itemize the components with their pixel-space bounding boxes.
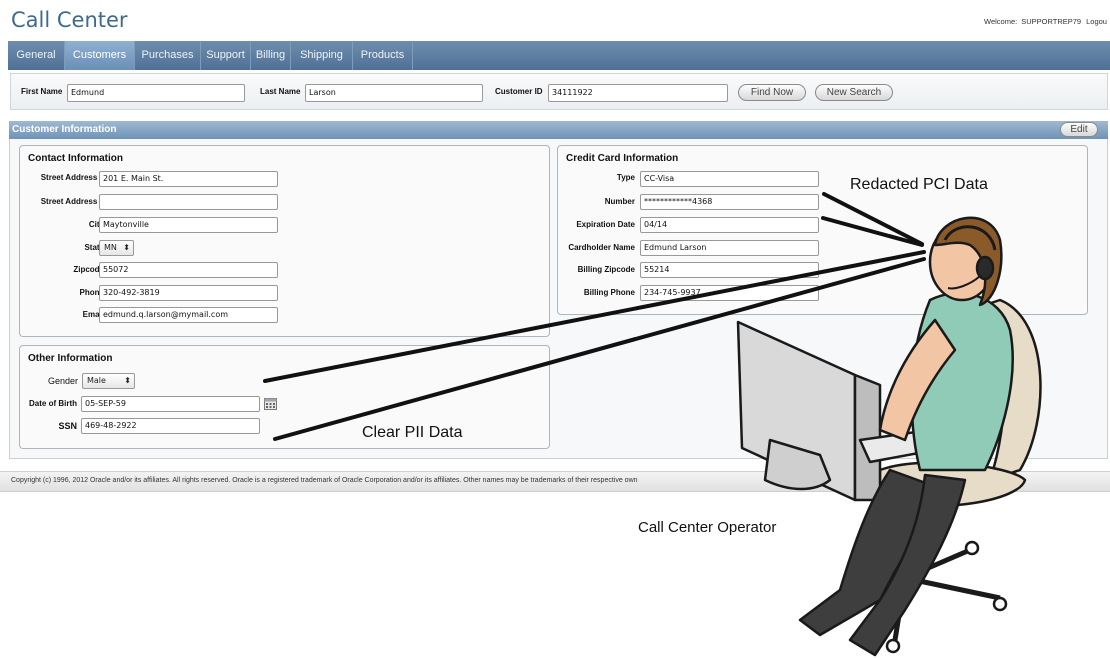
pii-annotation: Clear PII Data — [362, 424, 463, 441]
pci-annotation: Redacted PCI Data — [850, 176, 988, 193]
annotation-overlay — [263, 192, 1042, 657]
operator-caption: Call Center Operator — [638, 519, 777, 536]
operator-illustration — [736, 216, 1042, 657]
pci-pointer-lines — [821, 192, 924, 247]
